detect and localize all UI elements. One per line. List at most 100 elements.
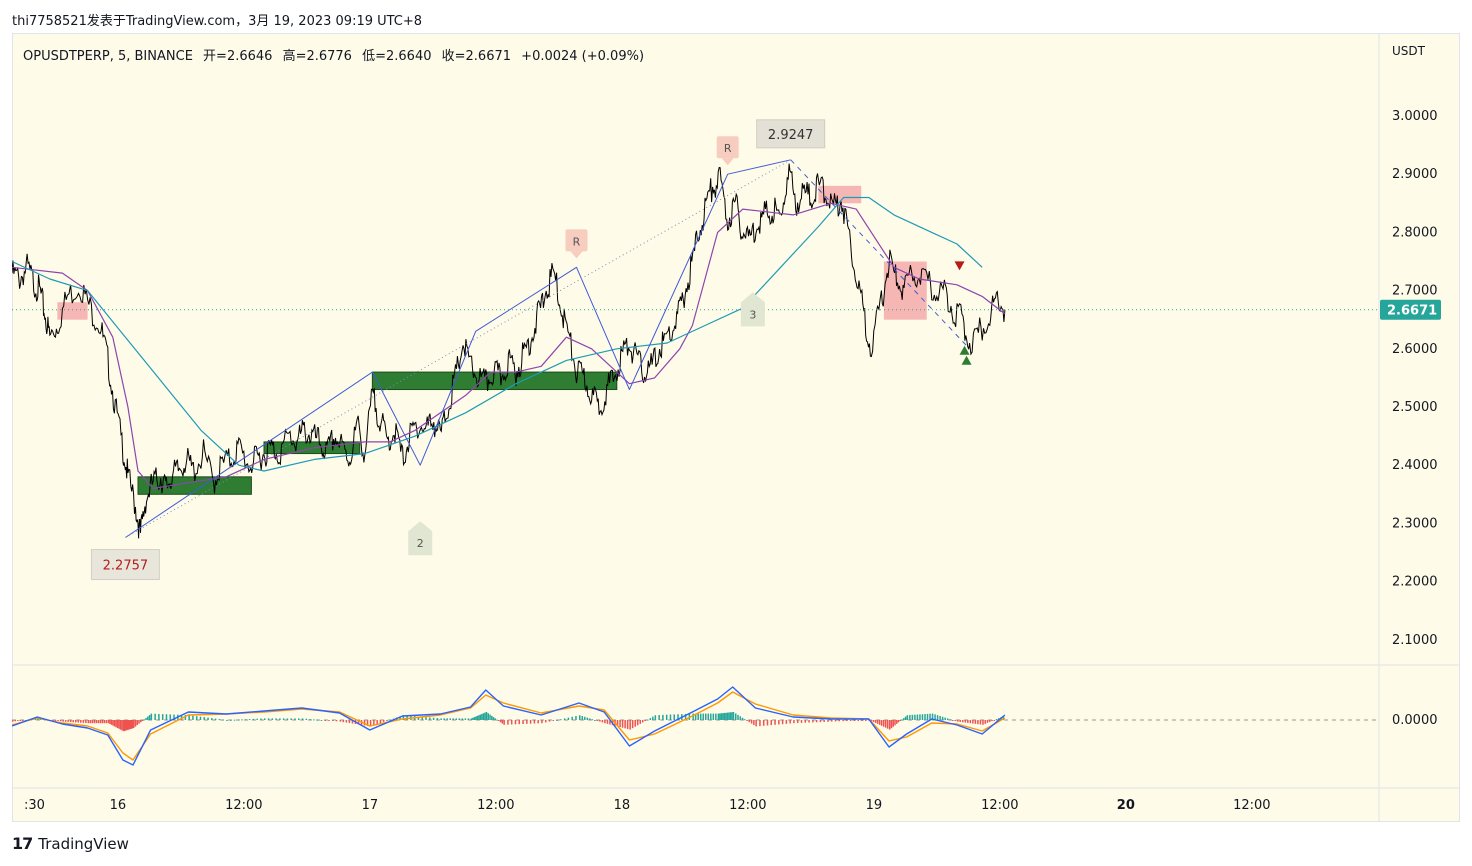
osc-histogram-bar	[72, 720, 74, 723]
price-axis-tick: 2.6000	[1392, 342, 1438, 357]
osc-histogram-bar	[744, 719, 746, 721]
osc-histogram-bar	[494, 718, 497, 720]
osc-histogram-bar	[526, 720, 528, 724]
osc-histogram-bar	[275, 718, 277, 720]
osc-histogram-bar	[964, 720, 967, 723]
osc-histogram-bar	[472, 717, 474, 720]
time-axis-tick: 12:00	[729, 798, 766, 813]
osc-histogram-bar	[282, 718, 285, 720]
osc-histogram-bar	[984, 720, 986, 724]
osc-histogram-bar	[591, 719, 594, 721]
osc-histogram-bar	[425, 717, 427, 720]
time-axis-tick: 18	[614, 798, 631, 813]
osc-histogram-bar	[188, 715, 190, 720]
osc-histogram-bar	[624, 720, 626, 729]
osc-histogram-bar	[728, 712, 730, 720]
osc-histogram-bar	[298, 718, 300, 720]
osc-histogram-bar	[432, 717, 435, 720]
osc-histogram-bar	[874, 720, 877, 723]
osc-histogram-bar	[781, 720, 784, 725]
osc-histogram-bar	[64, 720, 67, 722]
osc-histogram-bar	[579, 715, 581, 720]
osc-histogram-bar	[22, 720, 24, 721]
osc-histogram-bar	[977, 720, 979, 725]
osc-histogram-bar	[132, 720, 135, 728]
osc-histogram-bar	[485, 712, 488, 720]
osc-histogram-bar	[267, 718, 270, 720]
osc-histogram-bar	[903, 718, 905, 720]
osc-histogram-bar	[203, 717, 206, 720]
osc-histogram-bar	[207, 717, 209, 720]
osc-histogram-bar	[954, 720, 956, 721]
osc-histogram-bar	[529, 720, 532, 724]
osc-histogram-bar	[503, 720, 505, 725]
osc-histogram-bar	[737, 714, 739, 720]
time-axis-tick: 12:00	[981, 798, 1018, 813]
osc-histogram-bar	[951, 720, 954, 721]
osc-histogram-bar	[665, 714, 668, 720]
osc-histogram-bar	[461, 718, 464, 720]
osc-histogram-bar	[924, 714, 926, 720]
osc-histogram-bar	[707, 713, 710, 720]
osc-histogram-bar	[316, 719, 319, 721]
osc-histogram-bar	[348, 720, 351, 724]
osc-histogram-bar	[161, 714, 164, 720]
osc-histogram-bar	[313, 719, 315, 721]
chart-canvas[interactable]: USDT 3.0000 2.9000 2.8000 2.7000 2.6000 2.5000…	[12, 33, 1460, 822]
osc-histogram-bar	[143, 719, 146, 721]
osc-histogram-bar	[560, 719, 562, 721]
osc-histogram-bar	[755, 720, 757, 727]
legend-symbol[interactable]: OPUSDTPERP, 5, BINANCE	[23, 49, 193, 64]
osc-histogram-bar	[969, 720, 972, 724]
osc-histogram-bar	[636, 720, 639, 726]
swing-high-label: 2.9247	[768, 128, 814, 143]
osc-histogram-bar	[857, 720, 859, 721]
osc-histogram-bar	[982, 720, 984, 725]
osc-histogram-bar	[154, 713, 156, 720]
resistance-flag-label: R	[724, 142, 732, 155]
osc-histogram-bar	[478, 715, 480, 720]
osc-histogram-bar	[906, 715, 909, 720]
price-axis-tick: 2.2000	[1392, 575, 1438, 590]
osc-histogram-bar	[150, 713, 153, 720]
price-axis-tick: 2.9000	[1392, 167, 1438, 182]
osc-histogram-bar	[496, 719, 498, 721]
osc-histogram-bar	[118, 720, 120, 729]
osc-histogram-bar	[109, 720, 111, 724]
price-axis-tick: 3.0000	[1392, 109, 1438, 124]
osc-histogram-bar	[649, 718, 652, 720]
osc-histogram-bar	[320, 720, 323, 721]
osc-histogram-bar	[522, 720, 524, 724]
footer-brand-label: TradingView	[38, 834, 129, 853]
osc-histogram-bar	[85, 720, 87, 724]
osc-histogram-bar	[449, 718, 451, 720]
price-axis-tick: 2.1000	[1392, 633, 1438, 648]
osc-histogram-bar	[241, 719, 243, 721]
osc-histogram-bar	[140, 720, 142, 723]
osc-histogram-bar	[195, 716, 198, 720]
osc-histogram-bar	[489, 714, 491, 720]
osc-histogram-bar	[93, 720, 96, 724]
osc-histogram-bar	[890, 720, 893, 729]
osc-histogram-bar	[59, 720, 62, 722]
osc-histogram-bar	[880, 720, 883, 726]
osc-histogram-bar	[345, 720, 348, 723]
wave-count-label: 3	[749, 308, 756, 321]
osc-histogram-bar	[533, 720, 536, 724]
osc-histogram-bar	[222, 719, 224, 721]
osc-histogram-bar	[376, 720, 378, 725]
osc-histogram-bar	[619, 720, 621, 728]
osc-histogram-bar	[601, 720, 604, 723]
osc-histogram-bar	[214, 718, 217, 720]
osc-histogram-bar	[949, 719, 951, 721]
osc-histogram-bar	[936, 715, 939, 720]
osc-histogram-bar	[309, 719, 311, 721]
osc-histogram-bar	[986, 720, 989, 723]
osc-histogram-bar	[720, 713, 723, 720]
osc-axis-tick: 0.0000	[1392, 713, 1438, 728]
osc-histogram-bar	[959, 720, 962, 722]
osc-histogram-bar	[136, 720, 138, 726]
osc-histogram-bar	[882, 720, 885, 727]
osc-histogram-bar	[831, 720, 833, 722]
osc-histogram-bar	[823, 720, 825, 722]
